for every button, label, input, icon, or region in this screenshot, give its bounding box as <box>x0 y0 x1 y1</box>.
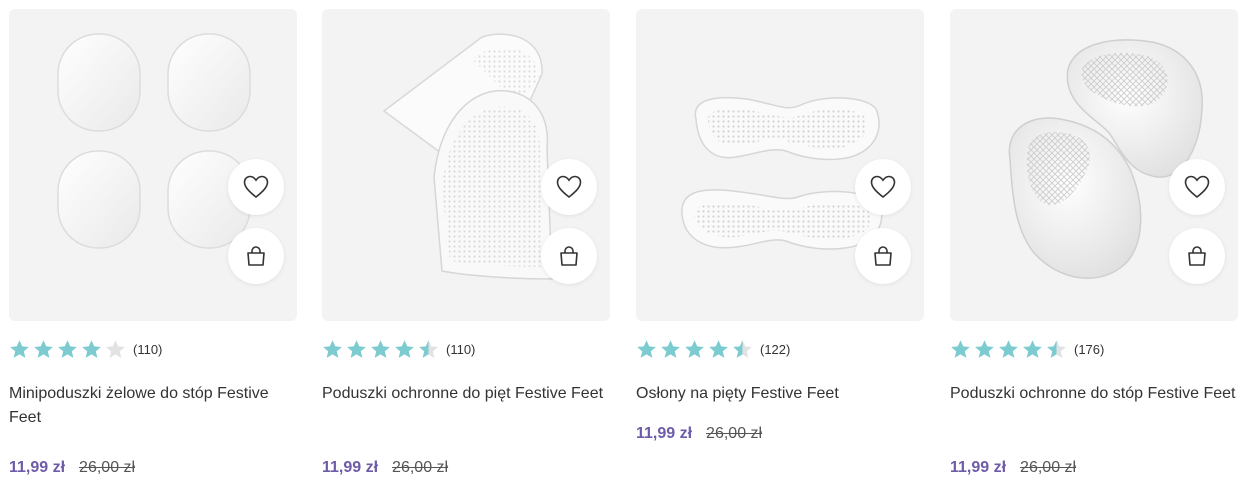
star-filled-icon <box>34 339 53 358</box>
old-price: 26,00 zł <box>706 425 763 442</box>
rating: (176) <box>950 338 1104 360</box>
wishlist-button[interactable] <box>228 159 284 215</box>
shopping-bag-icon <box>560 246 578 266</box>
product-name[interactable]: Poduszki ochronne do pięt Festive Feet <box>322 382 610 406</box>
star-filled-icon <box>661 339 680 358</box>
current-price: 11,99 zł <box>322 459 379 476</box>
review-count[interactable]: (110) <box>446 342 475 357</box>
wishlist-button[interactable] <box>541 159 597 215</box>
product-name[interactable]: Osłony na pięty Festive Feet <box>636 382 924 406</box>
star-filled-icon <box>82 339 101 358</box>
price-row: 11,99 zł 26,00 zł <box>9 456 135 480</box>
star-filled-icon <box>709 339 728 358</box>
star-filled-icon <box>685 339 704 358</box>
product-image[interactable] <box>950 9 1238 321</box>
product-card[interactable]: (110) Minipoduszki żelowe do stóp Festiv… <box>9 9 297 479</box>
product-name[interactable]: Minipoduszki żelowe do stóp Festive Feet <box>9 382 297 430</box>
current-price: 11,99 zł <box>636 425 693 442</box>
review-count[interactable]: (110) <box>133 342 162 357</box>
star-filled-icon <box>10 339 29 358</box>
review-count[interactable]: (122) <box>760 342 790 357</box>
price-row: 11,99 zł 26,00 zł <box>950 456 1076 480</box>
product-card[interactable]: (122) Osłony na pięty Festive Feet 11,99… <box>636 9 924 479</box>
star-rating <box>322 339 439 360</box>
rating: (110) <box>9 338 162 360</box>
shopping-bag-icon <box>247 246 265 266</box>
price-row: 11,99 zł 26,00 zł <box>322 456 448 480</box>
old-price: 26,00 zł <box>392 459 449 476</box>
product-card[interactable]: (176) Poduszki ochronne do stóp Festive … <box>950 9 1238 479</box>
star-half-icon <box>733 339 752 358</box>
wishlist-button[interactable] <box>1169 159 1225 215</box>
product-grid: (110) Minipoduszki żelowe do stóp Festiv… <box>9 9 1239 479</box>
product-image[interactable] <box>636 9 924 321</box>
add-to-cart-button[interactable] <box>228 228 284 284</box>
star-rating <box>950 339 1067 360</box>
star-half-icon <box>1047 339 1066 358</box>
product-image[interactable] <box>9 9 297 321</box>
star-empty-icon <box>106 339 125 358</box>
star-filled-icon <box>395 339 414 358</box>
star-filled-icon <box>347 339 366 358</box>
product-card[interactable]: (110) Poduszki ochronne do pięt Festive … <box>322 9 610 479</box>
wishlist-button[interactable] <box>855 159 911 215</box>
old-price: 26,00 zł <box>1020 459 1077 476</box>
rating: (110) <box>322 338 475 360</box>
star-rating <box>636 339 753 360</box>
price-row: 11,99 zł 26,00 zł <box>636 422 762 446</box>
rating: (122) <box>636 338 790 360</box>
review-count[interactable]: (176) <box>1074 342 1104 357</box>
heart-icon <box>556 175 582 199</box>
heart-icon <box>870 175 896 199</box>
current-price: 11,99 zł <box>9 459 66 476</box>
star-filled-icon <box>637 339 656 358</box>
add-to-cart-button[interactable] <box>1169 228 1225 284</box>
old-price: 26,00 zł <box>79 459 136 476</box>
star-filled-icon <box>951 339 970 358</box>
star-filled-icon <box>323 339 342 358</box>
star-filled-icon <box>999 339 1018 358</box>
product-image[interactable] <box>322 9 610 321</box>
star-rating <box>9 339 126 360</box>
star-filled-icon <box>975 339 994 358</box>
star-half-icon <box>419 339 438 358</box>
heart-icon <box>1184 175 1210 199</box>
shopping-bag-icon <box>874 246 892 266</box>
star-filled-icon <box>371 339 390 358</box>
shopping-bag-icon <box>1188 246 1206 266</box>
star-filled-icon <box>1023 339 1042 358</box>
add-to-cart-button[interactable] <box>855 228 911 284</box>
current-price: 11,99 zł <box>950 459 1007 476</box>
heart-icon <box>243 175 269 199</box>
add-to-cart-button[interactable] <box>541 228 597 284</box>
product-name[interactable]: Poduszki ochronne do stóp Festive Feet <box>950 382 1238 406</box>
star-filled-icon <box>58 339 77 358</box>
